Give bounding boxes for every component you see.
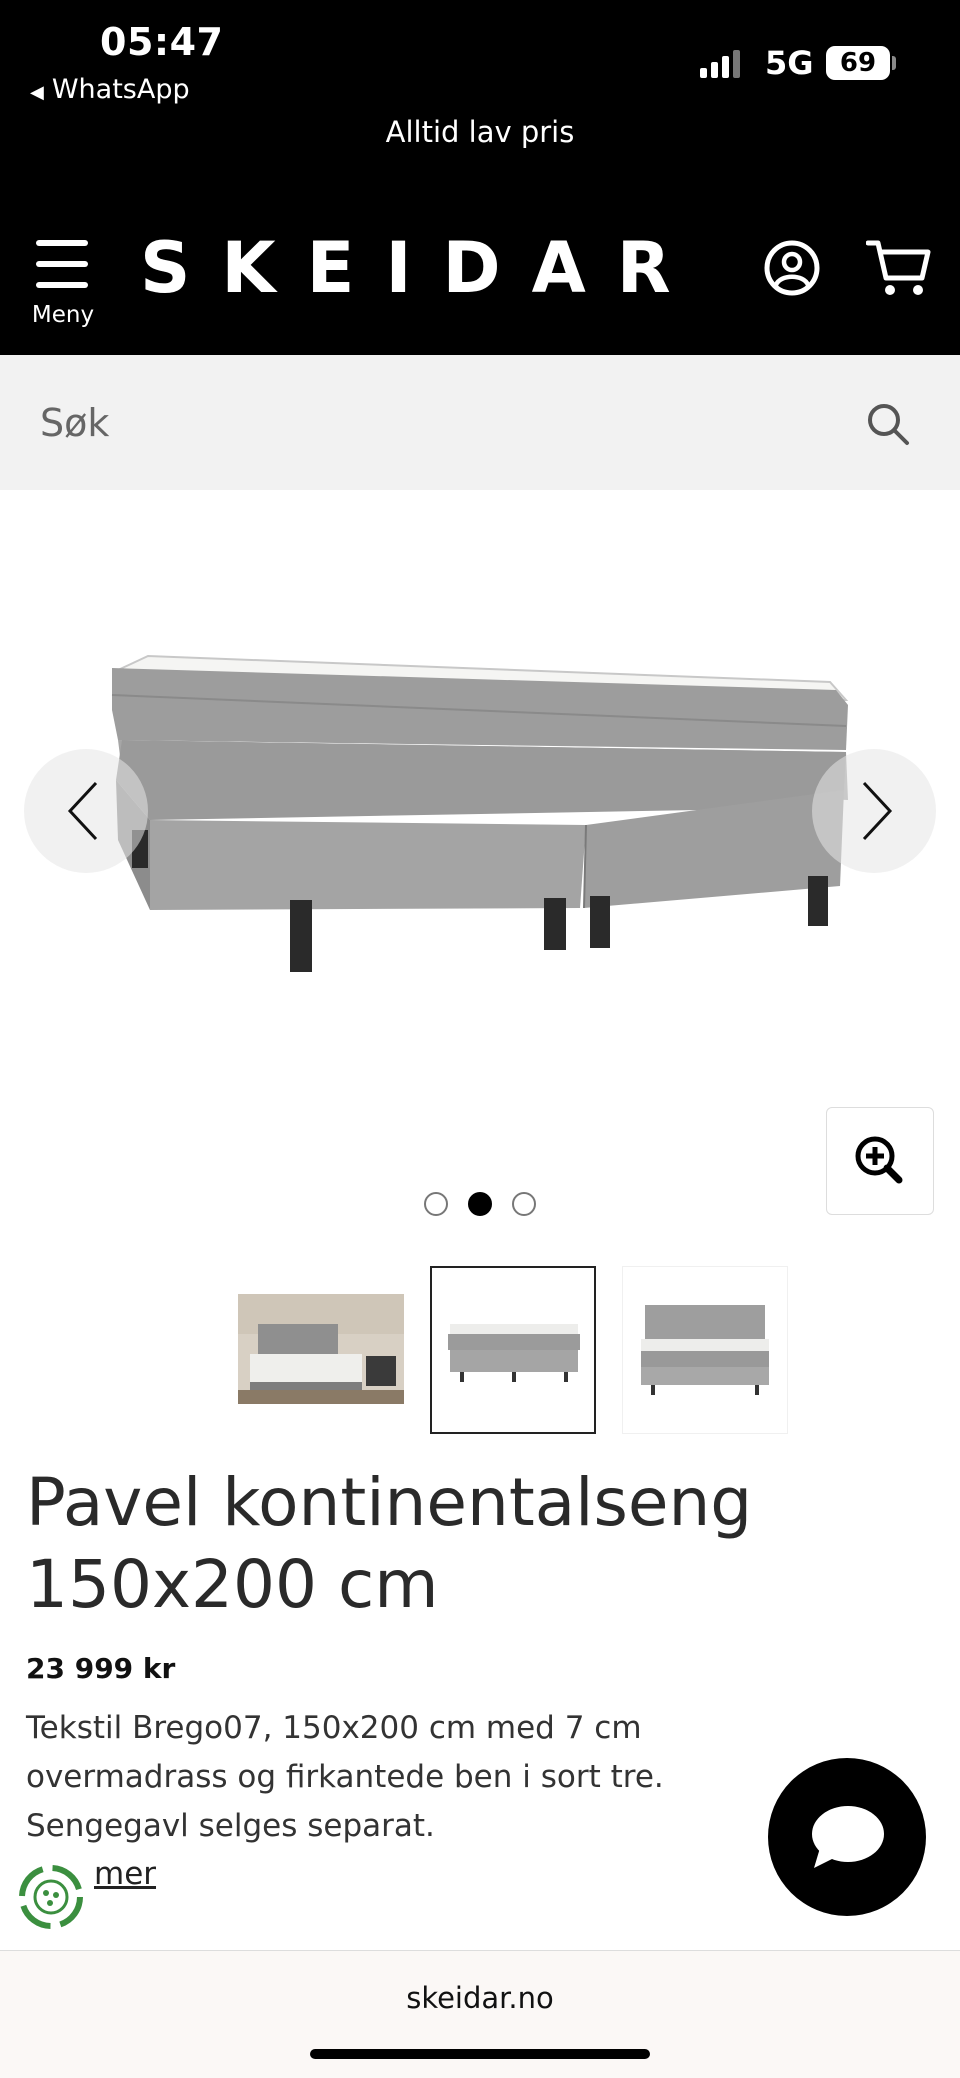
- home-indicator[interactable]: [310, 2049, 650, 2059]
- pagination-dot[interactable]: [424, 1192, 448, 1216]
- back-app-label: WhatsApp: [51, 74, 190, 105]
- chat-button[interactable]: [768, 1758, 926, 1916]
- skeidar-logo[interactable]: SKEIDAR: [140, 226, 702, 310]
- search-icon[interactable]: [866, 402, 910, 446]
- next-image-button[interactable]: [812, 749, 936, 873]
- chat-bubble-icon: [812, 1806, 884, 1868]
- pagination-dot[interactable]: [512, 1192, 536, 1216]
- search-bar: [0, 355, 960, 490]
- recycle-badge-icon[interactable]: [16, 1862, 86, 1932]
- network-type: 5G: [765, 44, 814, 82]
- site-header: 05:47 ◀ WhatsApp 5G 69 Alltid lav pris Me…: [0, 0, 960, 355]
- menu-button[interactable]: Meny: [28, 240, 98, 335]
- promo-banner: Alltid lav pris: [385, 115, 575, 149]
- product-title: Pavel kontinentalseng 150x200 cm: [26, 1464, 753, 1623]
- battery-icon: 69: [826, 46, 890, 80]
- previous-image-button[interactable]: [24, 749, 148, 873]
- url-text: skeidar.no: [406, 1981, 554, 2015]
- chevron-left-icon: [67, 781, 98, 841]
- signal-strength-icon: [700, 48, 740, 78]
- back-caret-icon: ◀: [30, 82, 44, 103]
- battery-level: 69: [839, 48, 877, 78]
- browser-url-bar[interactable]: skeidar.no: [0, 1950, 960, 2078]
- pagination-dot-active[interactable]: [468, 1192, 492, 1216]
- thumbnail-bed-mattress[interactable]: [430, 1266, 596, 1434]
- bed-thumbnail-image: [448, 1324, 580, 1382]
- battery-tip: [892, 56, 896, 70]
- status-time: 05:47: [100, 20, 224, 64]
- bedroom-thumbnail-image: [238, 1294, 404, 1404]
- search-input[interactable]: [0, 355, 960, 490]
- product-description: Tekstil Brego07, 150x200 cm med 7 cm ove…: [26, 1710, 664, 1844]
- read-more-link[interactable]: mer: [94, 1856, 156, 1892]
- menu-label: Meny: [31, 302, 95, 328]
- bed-headboard-thumbnail-image: [641, 1305, 769, 1395]
- product-price: 23 999 kr: [26, 1652, 176, 1685]
- gallery-pagination: [0, 1192, 960, 1216]
- back-to-app-link[interactable]: ◀ WhatsApp: [30, 74, 190, 105]
- cart-icon[interactable]: [866, 238, 932, 298]
- chevron-right-icon: [862, 781, 893, 841]
- account-icon[interactable]: [764, 240, 820, 296]
- thumbnail-bed-headboard[interactable]: [622, 1266, 788, 1434]
- thumbnail-bedroom[interactable]: [238, 1266, 404, 1434]
